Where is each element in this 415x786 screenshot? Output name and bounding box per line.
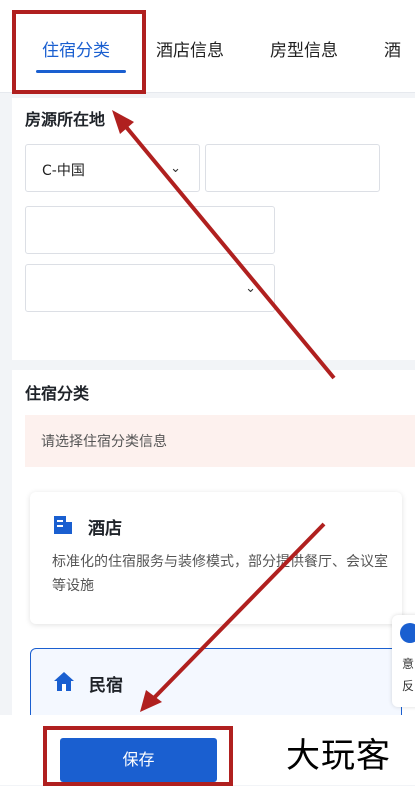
arrow-line-up: [120, 120, 336, 380]
arrow-line-down: [148, 522, 326, 704]
annotation-arrows: [112, 110, 336, 712]
